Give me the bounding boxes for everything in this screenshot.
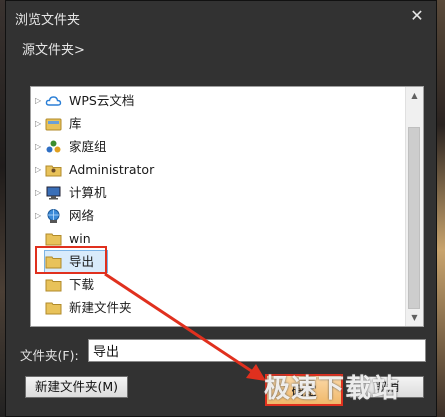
scroll-down-icon[interactable]: ▼	[406, 309, 423, 326]
cloud-icon	[45, 96, 62, 106]
folder-tree[interactable]: ▷ WPS云文档 ▷ 库 ▷ 家庭组 ▷ Administrator ▷ 计算机…	[30, 86, 424, 327]
tree-item-label: WPS云文档	[69, 93, 135, 108]
expand-arrow-icon[interactable]: ▷	[35, 205, 43, 227]
expand-arrow-icon[interactable]: ▷	[35, 159, 43, 181]
user-folder-icon	[45, 165, 62, 177]
folder-icon	[45, 233, 62, 246]
library-icon	[45, 118, 62, 131]
expand-arrow-icon[interactable]: ▷	[35, 90, 43, 112]
tree-item-label: 库	[69, 116, 82, 131]
computer-icon	[46, 186, 61, 200]
tree-item-label: 网络	[69, 208, 95, 223]
watermark-text: 极速下载站	[264, 374, 400, 404]
tree-item-label: 新建文件夹	[69, 300, 132, 315]
source-folder-label: 源文件夹>	[22, 43, 85, 58]
expand-arrow-icon[interactable]: ▷	[35, 113, 43, 135]
folder-icon	[45, 279, 62, 292]
scroll-up-icon[interactable]: ▲	[406, 87, 423, 104]
tree-item-label: 下载	[69, 277, 95, 292]
dialog-title: 浏览文件夹	[15, 13, 81, 28]
tree-item-label: Administrator	[69, 162, 155, 177]
close-icon[interactable]: ✕	[408, 7, 426, 25]
homegroup-icon	[46, 140, 61, 153]
folder-icon	[45, 302, 62, 315]
annotation-highlight-box	[35, 246, 107, 274]
scroll-thumb[interactable]	[408, 127, 420, 309]
new-folder-button[interactable]: 新建文件夹(M)	[25, 376, 128, 398]
expand-arrow-icon[interactable]: ▷	[35, 136, 43, 158]
expand-arrow-icon[interactable]: ▷	[35, 182, 43, 204]
background-right	[437, 0, 445, 417]
network-icon	[47, 209, 60, 223]
folder-input[interactable]	[88, 339, 426, 362]
folder-field-label: 文件夹(F):	[20, 348, 79, 363]
titlebar: 浏览文件夹 ✕	[6, 1, 436, 33]
tree-scrollbar[interactable]: ▲ ▼	[405, 87, 423, 326]
browse-folder-dialog: 浏览文件夹 ✕ 源文件夹> ▷ WPS云文档 ▷ 库 ▷ 家庭组 ▷ Admin…	[5, 0, 437, 417]
tree-item-label: 家庭组	[69, 139, 107, 154]
tree-item-label: 计算机	[69, 185, 107, 200]
